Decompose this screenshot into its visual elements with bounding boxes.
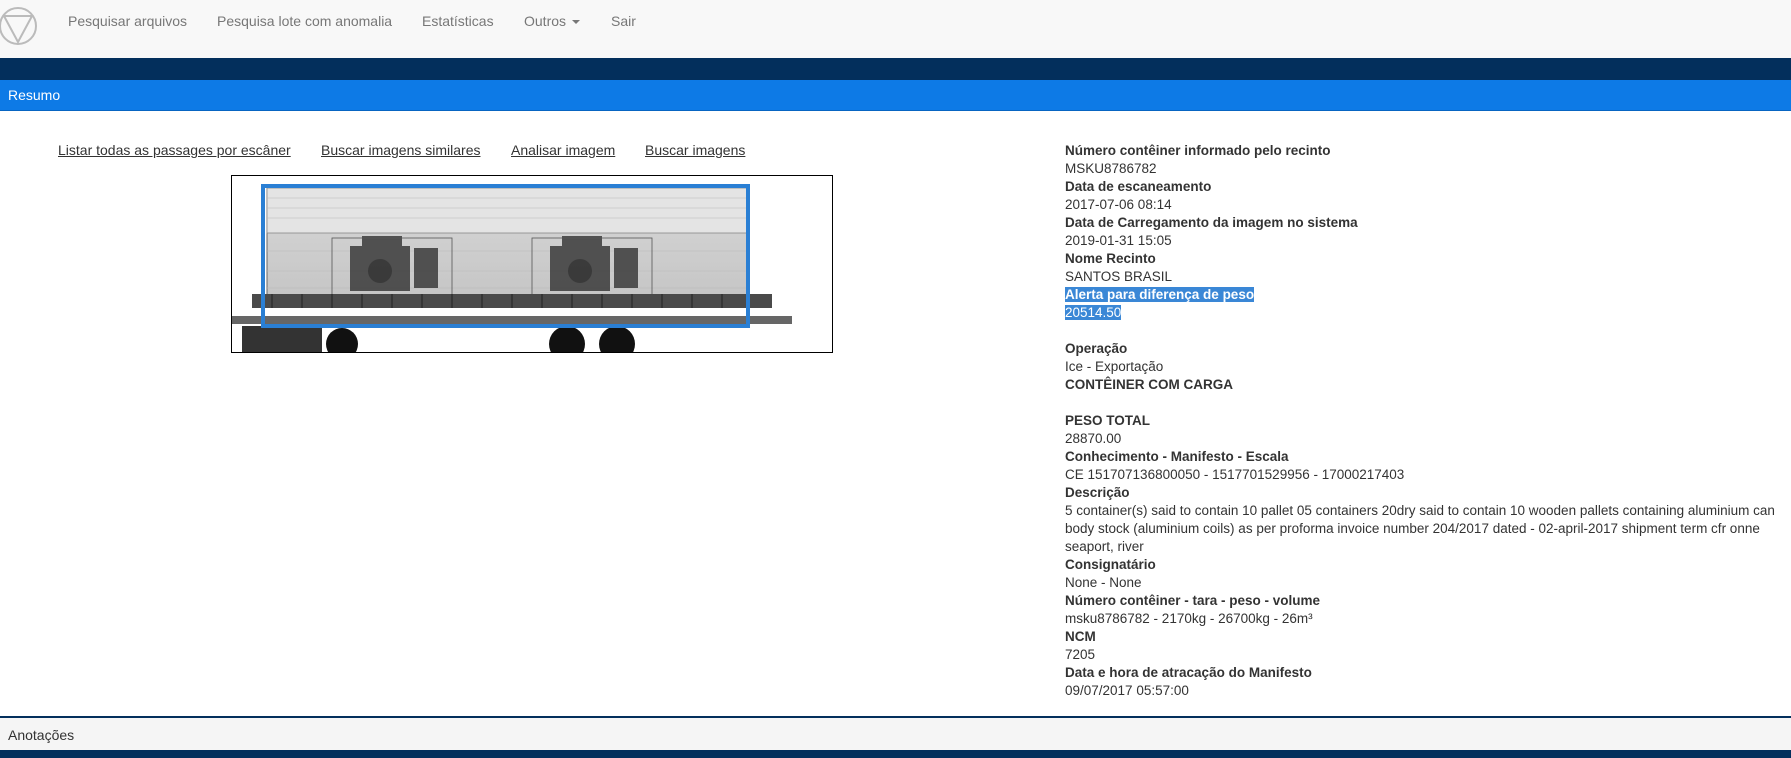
facility-label: Nome Recinto [1065,251,1156,266]
logo-icon[interactable] [0,6,38,46]
operation-label: Operação [1065,341,1128,356]
annotations-panel-header[interactable]: Anotações [0,716,1791,752]
caret-down-icon [572,20,581,25]
weight-alert-value: 20514.50 [1065,305,1122,320]
top-navbar: Pesquisar arquivos Pesquisa lote com ano… [0,0,1791,58]
ncm-label: NCM [1065,629,1096,644]
summary-panel-header: Resumo [0,80,1791,111]
facility-value: SANTOS BRASIL [1065,269,1173,284]
scan-date-label: Data de escaneamento [1065,179,1212,194]
upload-date-label: Data de Carregamento da imagem no sistem… [1065,215,1358,230]
consignee-value: None - None [1065,575,1142,590]
nav-estatisticas[interactable]: Estatísticas [422,12,494,30]
list-scanner-passages-link[interactable]: Listar todas as passages por escâner [58,142,291,158]
container-number-label: Número contêiner informado pelo recinto [1065,143,1331,158]
annotations-title: Anotações [8,727,75,743]
manifest-value: CE 151707136800050 - 1517701529956 - 170… [1065,467,1405,482]
berthing-value: 09/07/2017 05:57:00 [1065,683,1189,698]
search-images-link[interactable]: Buscar imagens [645,142,745,158]
cargo-status: CONTÊINER COM CARGA [1065,377,1233,392]
header-band [0,58,1791,80]
nav-pesquisar-arquivos[interactable]: Pesquisar arquivos [68,12,187,30]
container-details-value: msku8786782 - 2170kg - 26700kg - 26m³ [1065,611,1313,626]
upload-date-value: 2019-01-31 15:05 [1065,233,1172,248]
summary-title: Resumo [8,87,61,103]
weight-alert-label: Alerta para diferença de peso [1065,287,1255,302]
scan-date-value: 2017-07-06 08:14 [1065,197,1172,212]
nav-outros-dropdown[interactable]: Outros [524,12,581,30]
search-similar-images-link[interactable]: Buscar imagens similares [321,142,481,158]
nav-pesquisa-lote[interactable]: Pesquisa lote com anomalia [217,12,392,30]
nav-outros-label: Outros [524,13,567,29]
ncm-value: 7205 [1065,647,1096,662]
manifest-label: Conhecimento - Manifesto - Escala [1065,449,1289,464]
xray-scan-image[interactable] [231,175,833,353]
nav-sair[interactable]: Sair [611,12,636,30]
berthing-label: Data e hora de atracação do Manifesto [1065,665,1312,680]
container-details: Número contêiner informado pelo recinto … [1065,142,1783,700]
operation-value: Ice - Exportação [1065,359,1164,374]
total-weight-value: 28870.00 [1065,431,1122,446]
footer-band [0,750,1791,758]
container-number-value: MSKU8786782 [1065,161,1157,176]
analyze-image-link[interactable]: Analisar imagem [511,142,615,158]
container-details-label: Número contêiner - tara - peso - volume [1065,593,1321,608]
total-weight-label: PESO TOTAL [1065,413,1151,428]
description-value: 5 container(s) said to contain 10 pallet… [1065,503,1775,554]
description-label: Descrição [1065,485,1130,500]
xray-container-image [232,184,792,352]
consignee-label: Consignatário [1065,557,1156,572]
